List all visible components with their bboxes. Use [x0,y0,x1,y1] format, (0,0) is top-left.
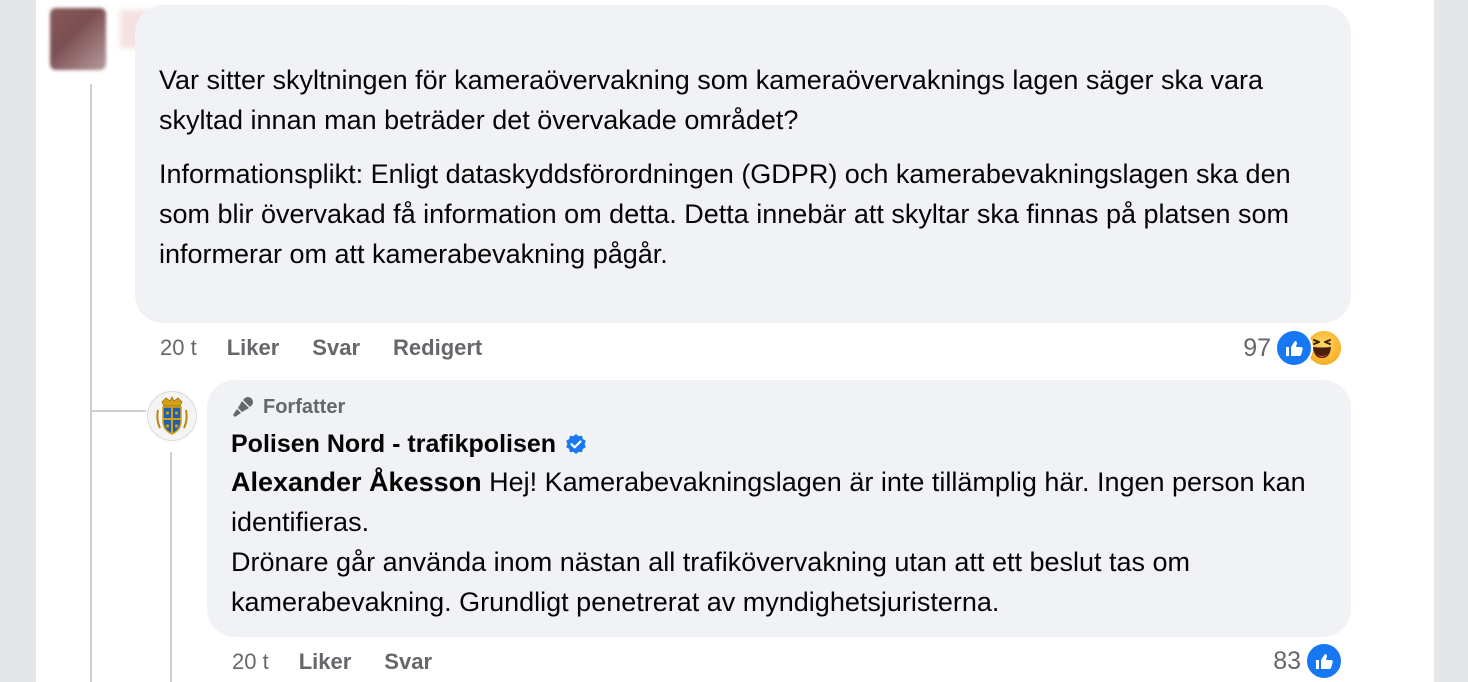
reply-reply-button[interactable]: Svar [384,649,432,675]
mention-link[interactable]: Alexander Åkesson [231,467,482,497]
reply-bubble: Forfatter Polisen Nord - trafikpolisen A… [207,380,1351,637]
like-icon [1305,642,1343,680]
microphone-icon [233,397,253,417]
like-button[interactable]: Liker [227,335,280,361]
reply-like-button[interactable]: Liker [299,649,352,675]
comment-thread: Var sitter skyltningen för kameraövervak… [36,0,1434,682]
reply-line-2: Drönare går använda inom nästan all traf… [231,547,1191,617]
edited-label[interactable]: Redigert [393,335,482,361]
comment-timestamp[interactable]: 20 t [160,335,197,361]
verified-badge-icon [564,433,588,457]
page-name-link[interactable]: Polisen Nord - trafikpolisen [231,430,556,459]
comment-actions: 20 t Liker Svar Redigert [160,333,482,363]
police-avatar[interactable] [147,391,197,441]
author-badge-label: Forfatter [263,395,346,418]
comment-reactions[interactable]: 97 [1243,329,1343,367]
reaction-count: 97 [1243,333,1271,362]
thread-line-reply [170,452,172,682]
reply-button[interactable]: Svar [312,335,360,361]
like-icon [1275,329,1313,367]
reply-author: Polisen Nord - trafikpolisen [231,430,588,459]
comment-bubble: Var sitter skyltningen för kameraövervak… [135,5,1351,323]
commenter-avatar[interactable] [50,8,106,70]
reply-reaction-count: 83 [1273,646,1301,675]
comment-paragraph-1: Var sitter skyltningen för kameraövervak… [159,65,1264,135]
reply-timestamp[interactable]: 20 t [232,649,269,675]
comment-paragraph-2: Informationsplikt: Enligt dataskyddsföro… [159,159,1291,269]
reply-text: Alexander Åkesson Hej! Kamerabevakningsl… [231,462,1336,622]
author-badge: Forfatter [231,395,345,419]
reply-actions: 20 t Liker Svar [232,647,465,677]
reply-reactions[interactable]: 83 [1273,642,1343,680]
thread-line-branch [90,410,146,412]
thread-line-main [90,84,92,682]
